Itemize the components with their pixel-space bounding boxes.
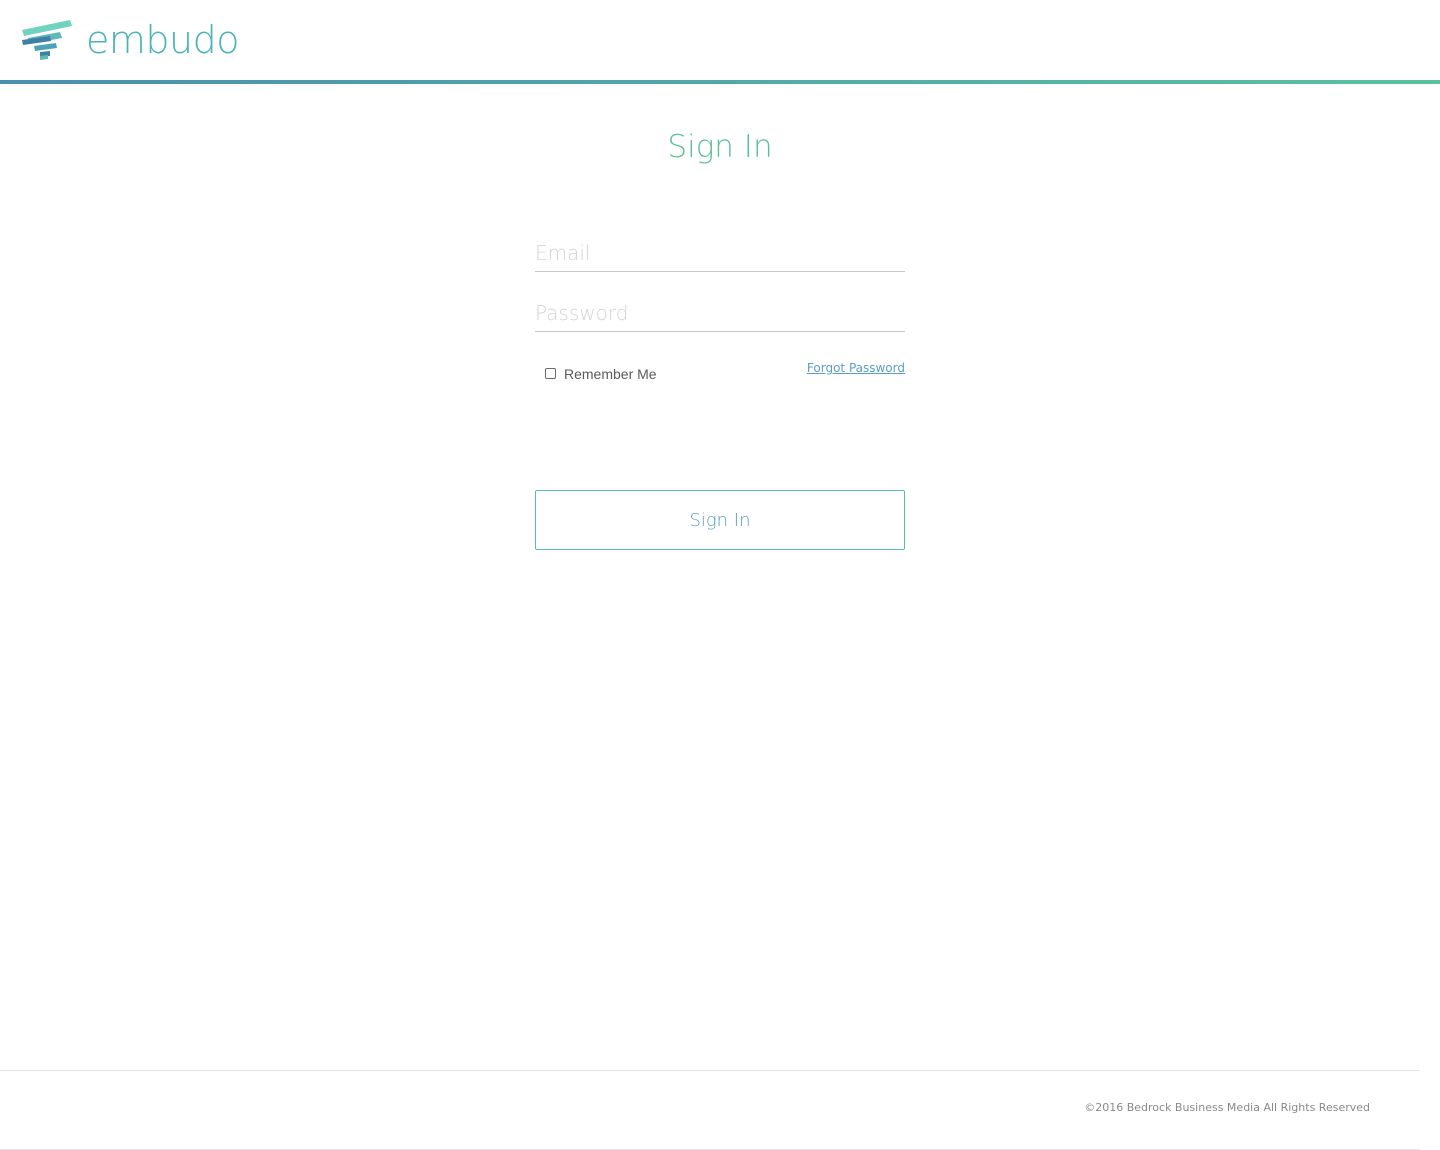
funnel-logo-icon xyxy=(22,20,72,60)
footer-divider-top xyxy=(0,1070,1420,1071)
remember-me-label: Remember Me xyxy=(564,366,657,382)
header-accent-bar xyxy=(0,80,1440,84)
remember-me-checkbox[interactable] xyxy=(545,367,556,379)
brand-name: embudo xyxy=(86,18,239,62)
password-field[interactable] xyxy=(535,295,905,332)
header: embudo xyxy=(0,0,1440,80)
copyright-text: ©2016 Bedrock Business Media All Rights … xyxy=(1084,1101,1370,1114)
forgot-password-link[interactable]: Forgot Password xyxy=(775,359,905,377)
email-field[interactable] xyxy=(535,235,905,272)
page-title: Sign In xyxy=(667,129,773,165)
remember-me[interactable]: Remember Me xyxy=(545,364,657,382)
sign-in-button[interactable]: Sign In xyxy=(535,490,905,550)
brand-logo[interactable]: embudo xyxy=(20,18,239,62)
